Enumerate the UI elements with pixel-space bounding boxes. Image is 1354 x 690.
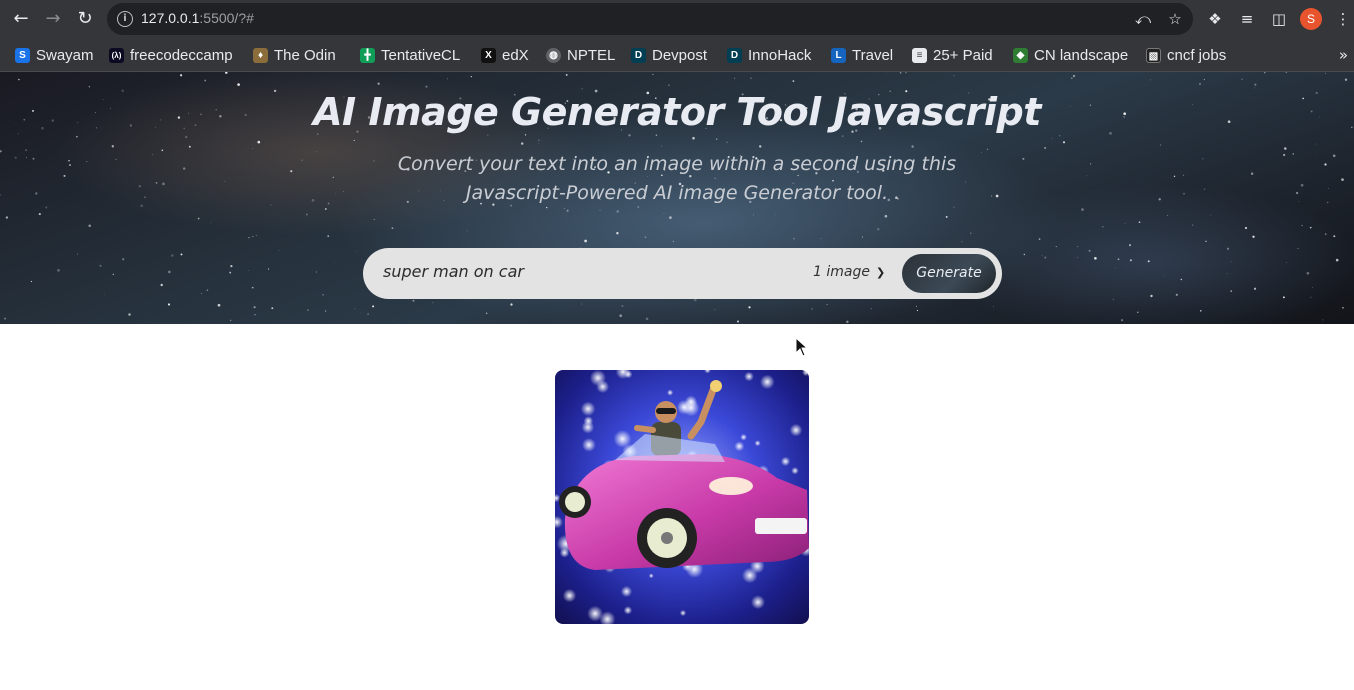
bookmark-tentativecl[interactable]: ╋ TentativeCL xyxy=(360,44,460,66)
doc-icon: ≡ xyxy=(912,47,927,63)
bookmark-label: 25+ Paid xyxy=(933,46,993,64)
image-count-select[interactable]: 1 image ❯ xyxy=(813,264,885,280)
share-icon[interactable]: ⤺ xyxy=(1133,9,1153,29)
forward-icon[interactable]: → xyxy=(40,7,66,31)
bookmark-label: InnoHack xyxy=(748,46,812,64)
reload-icon[interactable]: ↻ xyxy=(72,7,98,31)
generated-image-card[interactable] xyxy=(555,370,809,624)
bookmark-label: freecodeccamp xyxy=(130,46,233,64)
swayam-icon: S xyxy=(15,47,30,63)
bookmark-freecodecamp[interactable]: (λ) freecodeccamp xyxy=(109,44,233,66)
bookmark-cn-landscape[interactable]: ◆ CN landscape xyxy=(1013,44,1128,66)
url-text[interactable]: 127.0.0.1:5500/?# xyxy=(141,10,254,26)
generate-form: super man on car 1 image ❯ Generate xyxy=(363,248,1002,299)
url-host: 127.0.0.1 xyxy=(141,10,200,26)
bookmark-label: TentativeCL xyxy=(381,46,461,64)
chevron-down-icon: ❯ xyxy=(875,265,886,279)
bookmark-the-odin[interactable]: ♦ The Odin xyxy=(253,44,336,66)
bookmark-label: NPTEL xyxy=(567,46,616,64)
cncf-jobs-icon: ▧ xyxy=(1146,47,1161,63)
globe-icon: ◍ xyxy=(546,47,561,63)
devpost-icon: D xyxy=(727,47,742,63)
cncf-icon: ◆ xyxy=(1013,47,1028,63)
bookmark-swayam[interactable]: S Swayam xyxy=(15,44,94,66)
bookmark-innohack[interactable]: D InnoHack xyxy=(727,44,811,66)
page-subtitle: Convert your text into an image within a… xyxy=(397,153,957,204)
generate-button[interactable]: Generate xyxy=(902,254,996,293)
bookmark-label: edX xyxy=(502,46,529,64)
hero-banner: AI Image Generator Tool Javascript Conve… xyxy=(0,72,1354,324)
bookmark-label: Devpost xyxy=(652,46,708,64)
back-icon[interactable]: ← xyxy=(8,7,34,31)
bookmark-label: cncf jobs xyxy=(1167,46,1227,64)
bookmark-label: The Odin xyxy=(274,46,336,64)
browser-toolbar: ← → ↻ i 127.0.0.1:5500/?# ⤺ ☆ ❖ ≡ ◫ S ⋮ xyxy=(0,0,1354,38)
freecodecamp-icon: (λ) xyxy=(109,47,124,63)
url-path: :5500/?# xyxy=(199,10,254,26)
bookmark-travel[interactable]: L Travel xyxy=(831,44,893,66)
bookmark-devpost[interactable]: D Devpost xyxy=(631,44,707,66)
bookmark-label: CN landscape xyxy=(1034,46,1129,64)
generated-image xyxy=(555,370,809,624)
sheets-icon: ╋ xyxy=(360,47,375,63)
profile-avatar[interactable]: S xyxy=(1300,8,1322,30)
bookmark-star-icon[interactable]: ☆ xyxy=(1165,9,1185,29)
extensions-icon[interactable]: ❖ xyxy=(1204,8,1226,30)
image-count-value: 1 image xyxy=(813,264,870,280)
prompt-input[interactable]: super man on car xyxy=(383,262,524,281)
bookmark-label: Swayam xyxy=(36,46,94,64)
side-panel-icon[interactable]: ◫ xyxy=(1268,8,1290,30)
bookmark-nptel[interactable]: ◍ NPTEL xyxy=(546,44,615,66)
bookmarks-bar: S Swayam (λ) freecodeccamp ♦ The Odin ╋ Tent… xyxy=(0,38,1354,72)
page-title: AI Image Generator Tool Javascript xyxy=(313,90,1041,134)
bookmark-cncf-jobs[interactable]: ▧ cncf jobs xyxy=(1146,44,1226,66)
bookmark-edx[interactable]: XedX xyxy=(481,44,529,66)
bookmark-25-paid[interactable]: ≡ 25+ Paid xyxy=(912,44,993,66)
reading-list-icon[interactable]: ≡ xyxy=(1236,8,1258,30)
menu-kebab-icon[interactable]: ⋮ xyxy=(1332,8,1354,30)
edx-icon: X xyxy=(481,47,496,63)
odin-icon: ♦ xyxy=(253,47,268,63)
travel-icon: L xyxy=(831,47,846,63)
mouse-cursor-icon xyxy=(795,337,809,357)
site-info-icon[interactable]: i xyxy=(117,11,133,27)
address-bar[interactable]: i 127.0.0.1:5500/?# ⤺ ☆ xyxy=(107,3,1193,35)
devpost-icon: D xyxy=(631,47,646,63)
bookmark-label: Travel xyxy=(852,46,894,64)
chevron-more-bookmarks-icon[interactable]: » xyxy=(1339,46,1348,64)
